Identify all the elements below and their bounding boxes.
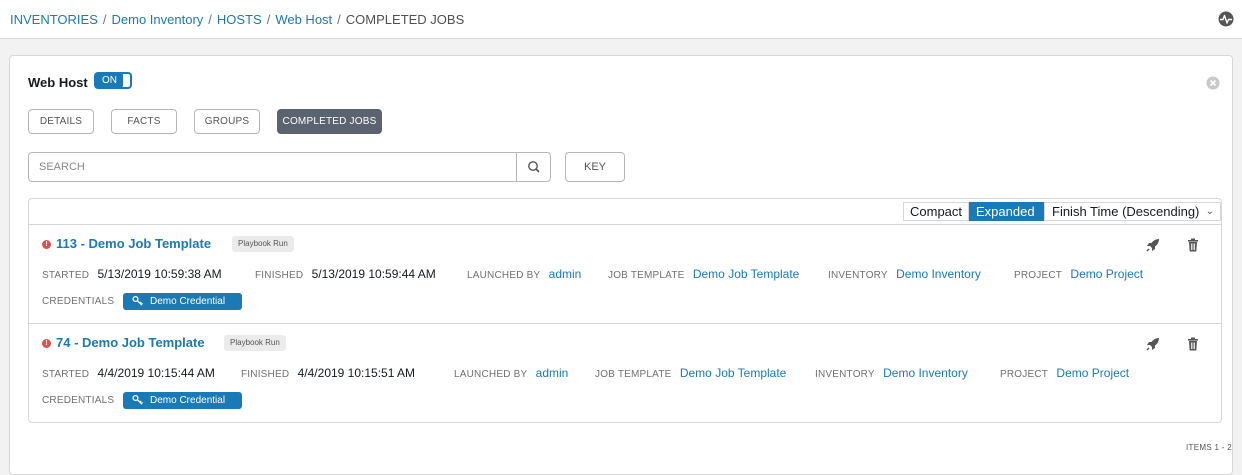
inventory-link[interactable]: Demo Inventory <box>883 366 968 380</box>
credentials-label: CREDENTIALS <box>42 395 115 406</box>
job-launched-by: LAUNCHED BY admin <box>467 267 581 281</box>
breadcrumb-demo-inventory[interactable]: Demo Inventory <box>112 12 204 27</box>
host-panel: Web Host ON DETAILS FACTS GROUPS COMPLET… <box>9 55 1233 475</box>
tab-completed-jobs[interactable]: COMPLETED JOBS <box>277 109 382 134</box>
job-project: PROJECT Demo Project <box>1014 267 1143 281</box>
jobs-list: Compact Expanded Finish Time (Descending… <box>28 198 1222 423</box>
host-name: Web Host <box>28 75 88 90</box>
project-label: PROJECT <box>1014 270 1063 281</box>
credential-chip[interactable]: Demo Credential <box>123 293 242 310</box>
tab-groups[interactable]: GROUPS <box>194 109 260 134</box>
breadcrumb-current: COMPLETED JOBS <box>345 12 465 27</box>
inventory-label: INVENTORY <box>815 369 875 380</box>
error-status-icon: ! <box>42 240 51 249</box>
job-finished: FINISHED 4/4/2019 10:15:51 AM <box>241 366 415 380</box>
job-type-badge: Playbook Run <box>224 335 286 351</box>
launched-by-link[interactable]: admin <box>549 267 582 281</box>
job-title-link[interactable]: 113 - Demo Job Template <box>56 236 211 251</box>
started-value: 4/4/2019 10:15:44 AM <box>97 366 215 380</box>
job-template-label: JOB TEMPLATE <box>608 270 685 281</box>
breadcrumb-separator: / <box>208 12 212 27</box>
finished-label: FINISHED <box>241 369 290 380</box>
activity-stream-icon[interactable] <box>1218 11 1234 27</box>
search-box <box>28 152 551 182</box>
launched-by-label: LAUNCHED BY <box>467 270 541 281</box>
breadcrumb-separator: / <box>102 12 107 27</box>
started-value: 5/13/2019 10:59:38 AM <box>97 267 222 281</box>
breadcrumb-hosts[interactable]: HOSTS <box>217 12 262 27</box>
breadcrumb-web-host[interactable]: Web Host <box>275 12 332 27</box>
job-row: ! 74 - Demo Job Template Playbook Run ST… <box>29 323 1221 421</box>
top-bar: INVENTORIES / Demo Inventory / HOSTS / Web Hos… <box>0 0 1242 39</box>
tab-details[interactable]: DETAILS <box>28 109 94 134</box>
pagination-items-count: ITEMS 1 - 2 <box>1186 443 1232 452</box>
job-finished: FINISHED 5/13/2019 10:59:44 AM <box>255 267 436 281</box>
credential-name: Demo Credential <box>150 296 226 307</box>
search-icon <box>528 161 540 173</box>
trash-icon[interactable] <box>1185 237 1201 253</box>
job-template-link[interactable]: Demo Job Template <box>680 366 787 380</box>
rocket-icon[interactable] <box>1145 237 1161 253</box>
finished-label: FINISHED <box>255 270 304 281</box>
project-link[interactable]: Demo Project <box>1056 366 1129 380</box>
credential-name: Demo Credential <box>150 395 226 406</box>
job-type-badge: Playbook Run <box>232 236 294 252</box>
job-started: STARTED 5/13/2019 10:59:38 AM <box>42 267 222 281</box>
sort-select-label: Finish Time (Descending) <box>1052 204 1200 219</box>
search-input[interactable] <box>29 153 516 181</box>
error-status-icon: ! <box>42 339 51 348</box>
credentials-label: CREDENTIALS <box>42 296 115 307</box>
credential-chip[interactable]: Demo Credential <box>123 392 242 409</box>
key-button[interactable]: KEY <box>565 152 625 182</box>
finished-value: 4/4/2019 10:15:51 AM <box>297 366 416 380</box>
breadcrumb-separator: / <box>266 12 271 27</box>
key-icon <box>132 394 143 405</box>
key-icon <box>132 295 143 306</box>
inventory-link[interactable]: Demo Inventory <box>896 267 981 281</box>
job-started: STARTED 4/4/2019 10:15:44 AM <box>42 366 215 380</box>
job-inventory: INVENTORY Demo Inventory <box>828 267 981 281</box>
rocket-icon[interactable] <box>1145 336 1161 352</box>
finished-value: 5/13/2019 10:59:44 AM <box>311 267 436 281</box>
breadcrumb-inventories[interactable]: INVENTORIES <box>10 12 98 27</box>
job-template-label: JOB TEMPLATE <box>595 369 672 380</box>
compact-view-button[interactable]: Compact <box>903 202 969 221</box>
host-enabled-toggle[interactable]: ON <box>94 72 132 89</box>
close-icon[interactable] <box>1206 76 1220 90</box>
launched-by-label: LAUNCHED BY <box>454 369 528 380</box>
inventory-label: INVENTORY <box>828 270 888 281</box>
chevron-down-icon: ⌄ <box>1205 206 1214 217</box>
launched-by-link[interactable]: admin <box>536 366 569 380</box>
job-template: JOB TEMPLATE Demo Job Template <box>595 366 786 380</box>
expanded-view-button[interactable]: Expanded <box>969 202 1044 221</box>
job-launched-by: LAUNCHED BY admin <box>454 366 568 380</box>
job-project: PROJECT Demo Project <box>1000 366 1129 380</box>
project-label: PROJECT <box>1000 369 1049 380</box>
search-button[interactable] <box>516 153 550 181</box>
list-toolbar: Compact Expanded Finish Time (Descending… <box>29 199 1221 223</box>
started-label: STARTED <box>42 270 90 281</box>
toggle-on-label: ON <box>96 74 123 87</box>
job-template-link[interactable]: Demo Job Template <box>693 267 800 281</box>
tab-facts[interactable]: FACTS <box>111 109 177 134</box>
trash-icon[interactable] <box>1185 336 1201 352</box>
breadcrumb-separator: / <box>337 12 341 27</box>
started-label: STARTED <box>42 369 90 380</box>
job-row: ! 113 - Demo Job Template Playbook Run S… <box>29 224 1221 322</box>
job-title-link[interactable]: 74 - Demo Job Template <box>56 335 205 350</box>
job-inventory: INVENTORY Demo Inventory <box>815 366 968 380</box>
sort-select[interactable]: Finish Time (Descending) ⌄ <box>1044 202 1221 221</box>
project-link[interactable]: Demo Project <box>1070 267 1143 281</box>
job-template: JOB TEMPLATE Demo Job Template <box>608 267 799 281</box>
breadcrumb: INVENTORIES / Demo Inventory / HOSTS / Web Hos… <box>10 12 464 27</box>
